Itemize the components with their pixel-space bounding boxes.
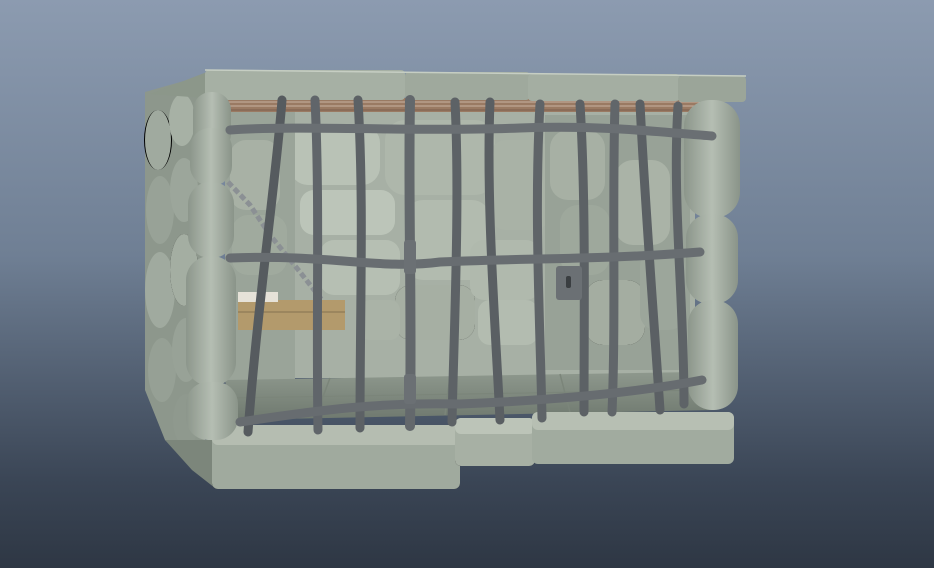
3d-viewport[interactable]	[0, 0, 934, 568]
jail-cell-render	[144, 69, 747, 489]
cell-door-lock[interactable]	[556, 266, 582, 300]
door-hinge	[404, 240, 416, 274]
top-slab	[150, 69, 747, 102]
left-pillar	[186, 92, 238, 440]
door-hinge-lower	[404, 374, 416, 404]
